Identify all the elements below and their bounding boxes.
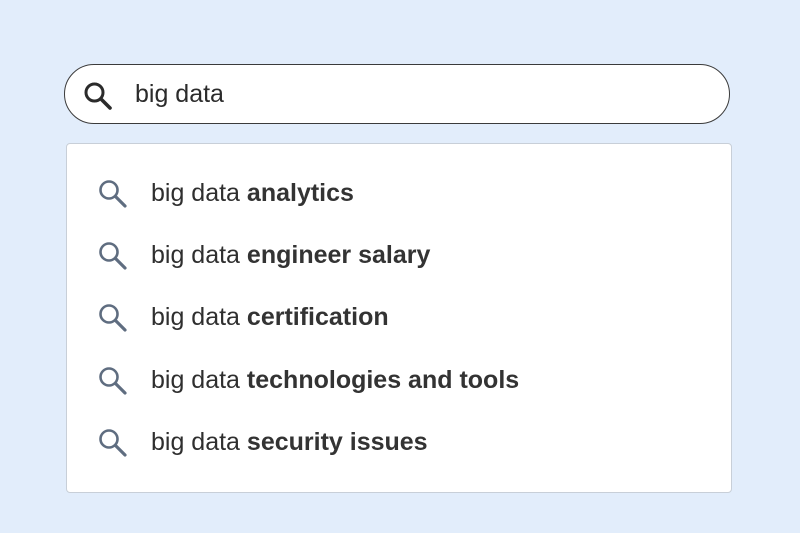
suggestion-text: big data technologies and tools: [151, 366, 519, 395]
suggestion-completion: technologies and tools: [246, 366, 520, 394]
suggestion-completion: certification: [246, 303, 389, 331]
search-icon: [97, 302, 129, 334]
search-icon[interactable]: [83, 81, 113, 111]
search-icon: [97, 427, 129, 459]
search-bar[interactable]: [64, 64, 730, 124]
suggestion-prefix: big data: [151, 241, 247, 269]
suggestion-prefix: big data: [151, 428, 247, 456]
search-input[interactable]: [135, 73, 695, 115]
search-icon: [97, 240, 129, 272]
suggestion-item[interactable]: big data engineer salary: [67, 231, 731, 279]
suggestion-text: big data security issues: [151, 428, 428, 457]
suggestion-completion: security issues: [246, 428, 428, 456]
suggestion-prefix: big data: [151, 366, 247, 394]
suggestion-prefix: big data: [151, 303, 247, 331]
suggestion-completion: engineer salary: [246, 241, 431, 269]
search-icon: [97, 178, 129, 210]
suggestion-item[interactable]: big data certification: [67, 293, 731, 341]
suggestions-dropdown: big data analytics big data engineer sal…: [66, 143, 732, 493]
suggestion-prefix: big data: [151, 179, 247, 207]
search-icon: [97, 365, 129, 397]
suggestion-text: big data certification: [151, 303, 389, 332]
suggestion-item[interactable]: big data technologies and tools: [67, 356, 731, 404]
suggestion-item[interactable]: big data analytics: [67, 169, 731, 217]
suggestion-item[interactable]: big data security issues: [67, 418, 731, 466]
suggestion-text: big data analytics: [151, 179, 354, 208]
suggestion-text: big data engineer salary: [151, 241, 430, 270]
suggestion-completion: analytics: [246, 179, 354, 207]
